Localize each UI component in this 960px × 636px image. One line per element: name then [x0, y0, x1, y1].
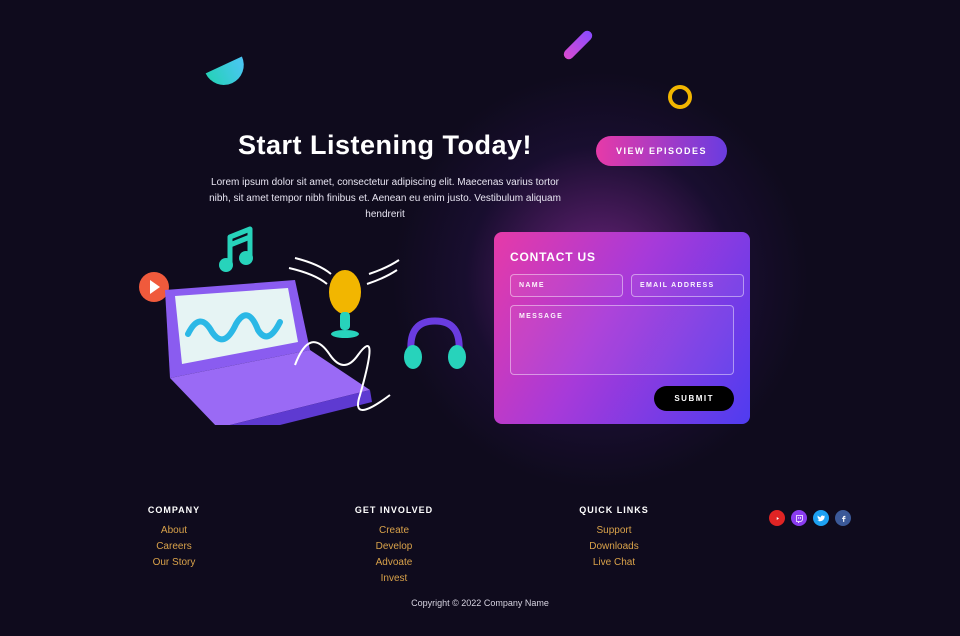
footer-link[interactable]: Advoate	[329, 557, 459, 568]
footer-heading: COMPANY	[109, 505, 239, 515]
footer-link[interactable]: Careers	[109, 541, 239, 552]
youtube-icon[interactable]	[769, 510, 785, 526]
footer-link[interactable]: Live Chat	[549, 557, 679, 568]
footer-col-company: COMPANY About Careers Our Story	[109, 505, 239, 573]
contact-card: CONTACT US SUBMIT	[494, 232, 750, 424]
footer-col-involved: GET INVOLVED Create Develop Advoate Inve…	[329, 505, 459, 589]
facebook-icon[interactable]	[835, 510, 851, 526]
footer-link[interactable]: Downloads	[549, 541, 679, 552]
footer-link[interactable]: Support	[549, 525, 679, 536]
submit-button[interactable]: SUBMIT	[654, 386, 734, 411]
podcast-illustration	[130, 225, 470, 425]
decor-ring	[668, 85, 692, 109]
footer-link[interactable]: Create	[329, 525, 459, 536]
name-input[interactable]	[510, 274, 623, 297]
message-input[interactable]	[510, 305, 734, 375]
footer-link[interactable]: Invest	[329, 573, 459, 584]
footer-heading: QUICK LINKS	[549, 505, 679, 515]
contact-heading: CONTACT US	[510, 250, 734, 264]
copyright: Copyright © 2022 Company Name	[0, 598, 960, 608]
hero-title: Start Listening Today!	[200, 130, 570, 161]
footer-link[interactable]: Our Story	[109, 557, 239, 568]
twitter-icon[interactable]	[813, 510, 829, 526]
social-icons	[769, 505, 851, 526]
footer-heading: GET INVOLVED	[329, 505, 459, 515]
footer-col-quick: QUICK LINKS Support Downloads Live Chat	[549, 505, 679, 573]
email-input[interactable]	[631, 274, 744, 297]
hero-subtitle: Lorem ipsum dolor sit amet, consectetur …	[200, 175, 570, 223]
view-episodes-button[interactable]: VIEW EPISODES	[596, 136, 727, 166]
footer: COMPANY About Careers Our Story GET INVO…	[0, 505, 960, 589]
decor-pill	[562, 29, 595, 62]
footer-link[interactable]: Develop	[329, 541, 459, 552]
twitch-icon[interactable]	[791, 510, 807, 526]
footer-link[interactable]: About	[109, 525, 239, 536]
hero-section: Start Listening Today! Lorem ipsum dolor…	[200, 130, 570, 223]
decor-half-circle	[206, 56, 251, 91]
